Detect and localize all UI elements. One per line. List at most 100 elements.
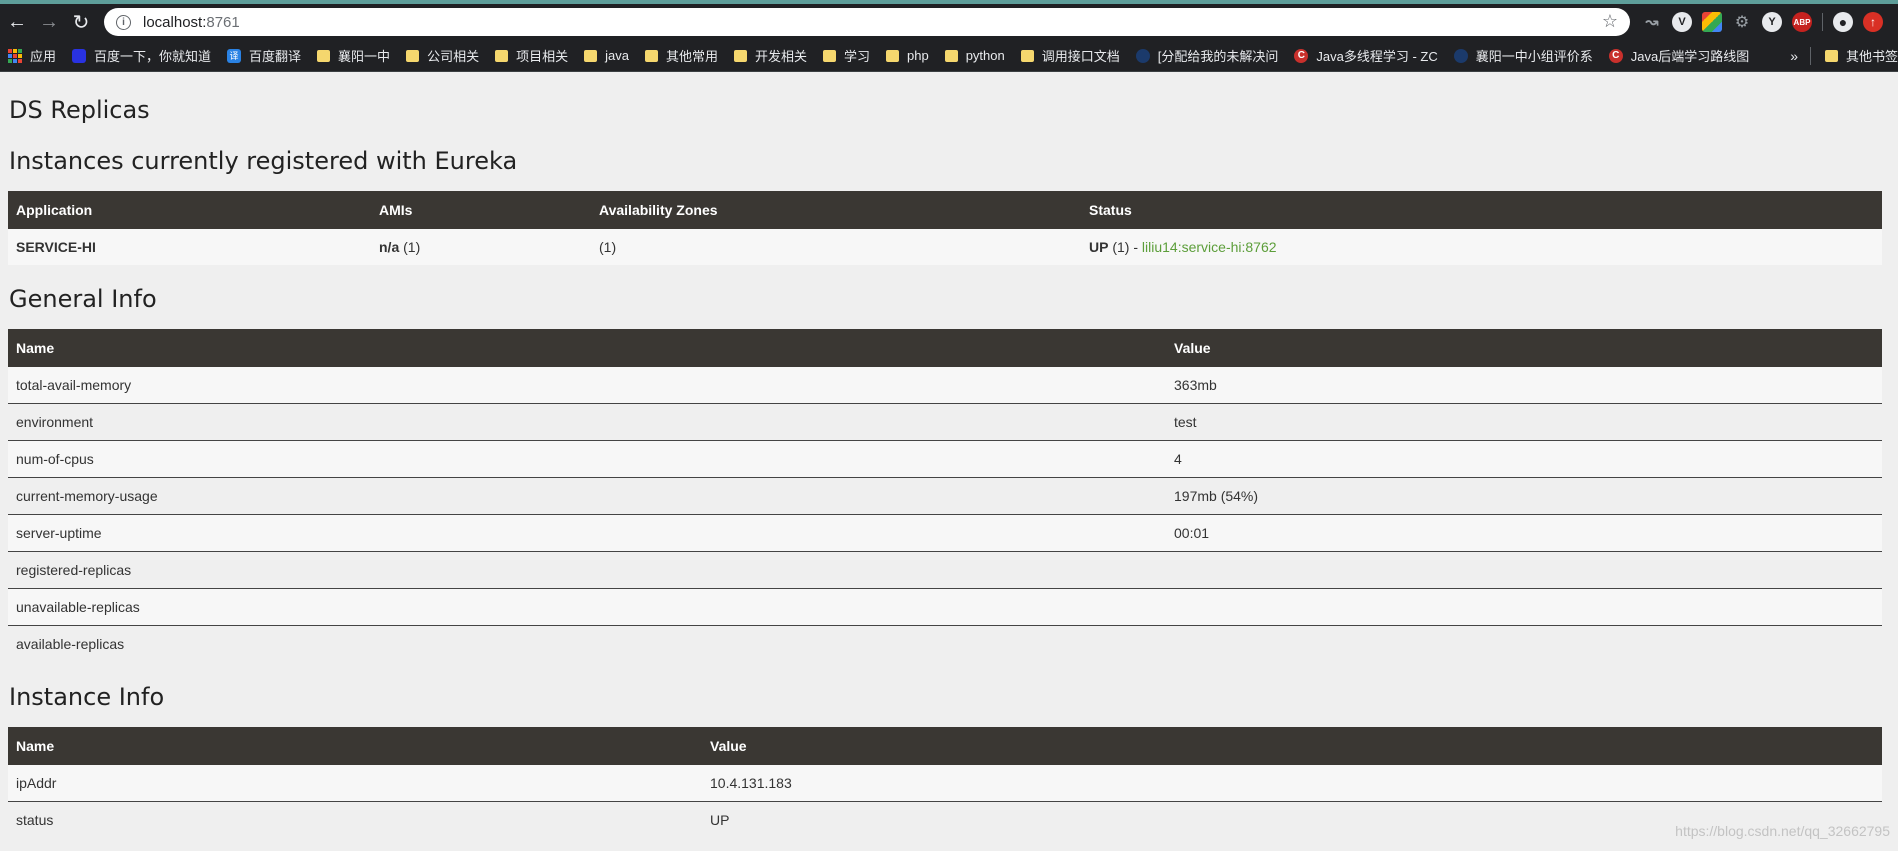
baidu-icon	[72, 48, 87, 63]
gear-extension-icon[interactable]: ⚙	[1732, 12, 1752, 32]
ds-replicas-heading: DS Replicas	[9, 96, 150, 124]
info-value: 363mb	[1166, 367, 1882, 404]
table-row: registered-replicas	[8, 551, 1882, 589]
bookmark-folder[interactable]: 项目相关	[487, 40, 576, 71]
column-header-zones: Availability Zones	[591, 191, 1081, 229]
general-info-table: Name Value total-avail-memory 363mb envir…	[8, 329, 1882, 662]
table-row: unavailable-replicas	[8, 588, 1882, 626]
info-name: environment	[8, 403, 1166, 441]
bookmark-folder[interactable]: 襄阳一中	[309, 40, 398, 71]
folder-icon	[317, 49, 331, 62]
bookmarks-divider	[1809, 46, 1811, 65]
folder-icon	[886, 49, 899, 62]
bookmark-other-folder[interactable]: 其他书签	[1817, 40, 1898, 71]
info-name: total-avail-memory	[8, 367, 1166, 404]
folder-icon	[733, 49, 747, 62]
column-header-value: Value	[1166, 329, 1882, 367]
csdn-icon: C	[1294, 48, 1309, 63]
bookmark-folder[interactable]: java	[576, 40, 637, 71]
bookmark-folder[interactable]: 其他常用	[637, 40, 726, 71]
info-value: 10.4.131.183	[702, 765, 1882, 802]
bookmark-folder[interactable]: python	[937, 40, 1013, 71]
folder-icon	[944, 49, 958, 62]
table-row: status UP	[8, 801, 1882, 838]
folder-icon	[822, 49, 836, 62]
table-row: SERVICE-HI n/a (1) (1) UP (1) - liliu14:…	[8, 229, 1882, 265]
info-name: status	[8, 801, 702, 838]
info-name: registered-replicas	[8, 551, 1166, 589]
extension-icons: ↝ V ⚙ Y ABP ● ↑	[1642, 12, 1883, 32]
forward-arrow-icon[interactable]: →	[34, 7, 64, 37]
column-header-name: Name	[8, 329, 1166, 367]
bookmark-folder[interactable]: 学习	[815, 40, 878, 71]
v-extension-icon[interactable]: V	[1672, 12, 1692, 32]
translate-icon: 译	[227, 48, 242, 63]
amis-cell: n/a (1)	[371, 229, 591, 265]
browser-toolbar: ← → ↻ i localhost:8761 ☆ ↝ V ⚙ Y ABP ● ↑	[0, 4, 1898, 40]
bookmarks-more-chevron-icon[interactable]: »	[1784, 48, 1804, 64]
address-bar[interactable]: i localhost:8761 ☆	[104, 8, 1630, 36]
info-value: 4	[1166, 440, 1882, 478]
folder-icon	[584, 49, 598, 62]
info-name: num-of-cpus	[8, 440, 1166, 478]
jira-icon	[1135, 48, 1150, 63]
y-extension-icon[interactable]: Y	[1762, 12, 1782, 32]
site-info-icon[interactable]: i	[116, 14, 131, 30]
bookmarks-bar: 应用 百度一下，你就知道 译 百度翻译 襄阳一中 公司相关 项目相关 java …	[0, 40, 1898, 72]
column-header-status: Status	[1081, 191, 1882, 229]
instance-info-table: Name Value ipAddr 10.4.131.183 status UP	[8, 727, 1882, 838]
bookmark-folder[interactable]: 开发相关	[726, 40, 815, 71]
info-value	[1166, 625, 1882, 662]
bookmark-csdn-java-roadmap[interactable]: C Java后端学习路线图	[1601, 40, 1757, 71]
link-extension-icon[interactable]: ↝	[1642, 12, 1662, 32]
back-arrow-icon[interactable]: ←	[2, 7, 32, 37]
bookmark-star-icon[interactable]: ☆	[1602, 11, 1618, 32]
bookmark-folder[interactable]: 公司相关	[398, 40, 487, 71]
table-row: ipAddr 10.4.131.183	[8, 765, 1882, 802]
url-text[interactable]: localhost:8761	[143, 14, 240, 31]
info-name: available-replicas	[8, 625, 1166, 662]
bookmark-baidu-translate[interactable]: 译 百度翻译	[219, 40, 309, 71]
bookmark-folder[interactable]: php	[878, 40, 937, 71]
update-alert-icon[interactable]: ↑	[1863, 12, 1883, 32]
bookmark-csdn-java-thread[interactable]: C Java多线程学习 - ZC	[1286, 40, 1445, 71]
folder-icon	[406, 49, 420, 62]
table-row: current-memory-usage 197mb (54%)	[8, 477, 1882, 515]
table-header-row: Name Value	[8, 329, 1882, 367]
info-value	[1166, 551, 1882, 589]
info-value	[1166, 588, 1882, 626]
bookmark-baidu[interactable]: 百度一下，你就知道	[64, 40, 219, 71]
info-name: unavailable-replicas	[8, 588, 1166, 626]
table-row: server-uptime 00:01	[8, 514, 1882, 552]
watermark: https://blog.csdn.net/qq_32662795	[1675, 823, 1890, 839]
general-info-heading: General Info	[9, 285, 157, 313]
bookmark-folder[interactable]: 调用接口文档	[1013, 40, 1128, 71]
table-row: num-of-cpus 4	[8, 440, 1882, 478]
toolbar-divider	[1822, 13, 1823, 31]
table-header-row: Name Value	[8, 727, 1882, 765]
bookmark-jira-issues[interactable]: [分配给我的未解决问	[1128, 40, 1287, 71]
info-name: ipAddr	[8, 765, 702, 802]
apps-icon	[8, 48, 22, 63]
instances-table: Application AMIs Availability Zones Stat…	[8, 191, 1882, 265]
profile-avatar-icon[interactable]: ●	[1833, 12, 1853, 32]
info-name: server-uptime	[8, 514, 1166, 552]
adblock-extension-icon[interactable]: ABP	[1792, 12, 1812, 32]
column-header-application: Application	[8, 191, 371, 229]
bookmark-group-eval[interactable]: 襄阳一中小组评价系	[1446, 40, 1601, 71]
info-name: current-memory-usage	[8, 477, 1166, 515]
status-cell: UP (1) - liliu14:service-hi:8762	[1081, 229, 1882, 265]
instance-info-heading: Instance Info	[9, 683, 165, 711]
info-value: 197mb (54%)	[1166, 477, 1882, 515]
color-extension-icon[interactable]	[1702, 12, 1722, 32]
table-header-row: Application AMIs Availability Zones Stat…	[8, 191, 1882, 229]
zones-cell: (1)	[591, 229, 1081, 265]
instance-link[interactable]: liliu14:service-hi:8762	[1142, 239, 1277, 255]
column-header-amis: AMIs	[371, 191, 591, 229]
table-row: environment test	[8, 403, 1882, 441]
bookmark-apps[interactable]: 应用	[0, 40, 64, 71]
info-value: 00:01	[1166, 514, 1882, 552]
column-header-value: Value	[702, 727, 1882, 765]
reload-icon[interactable]: ↻	[66, 7, 96, 37]
instances-heading: Instances currently registered with Eure…	[9, 147, 518, 175]
